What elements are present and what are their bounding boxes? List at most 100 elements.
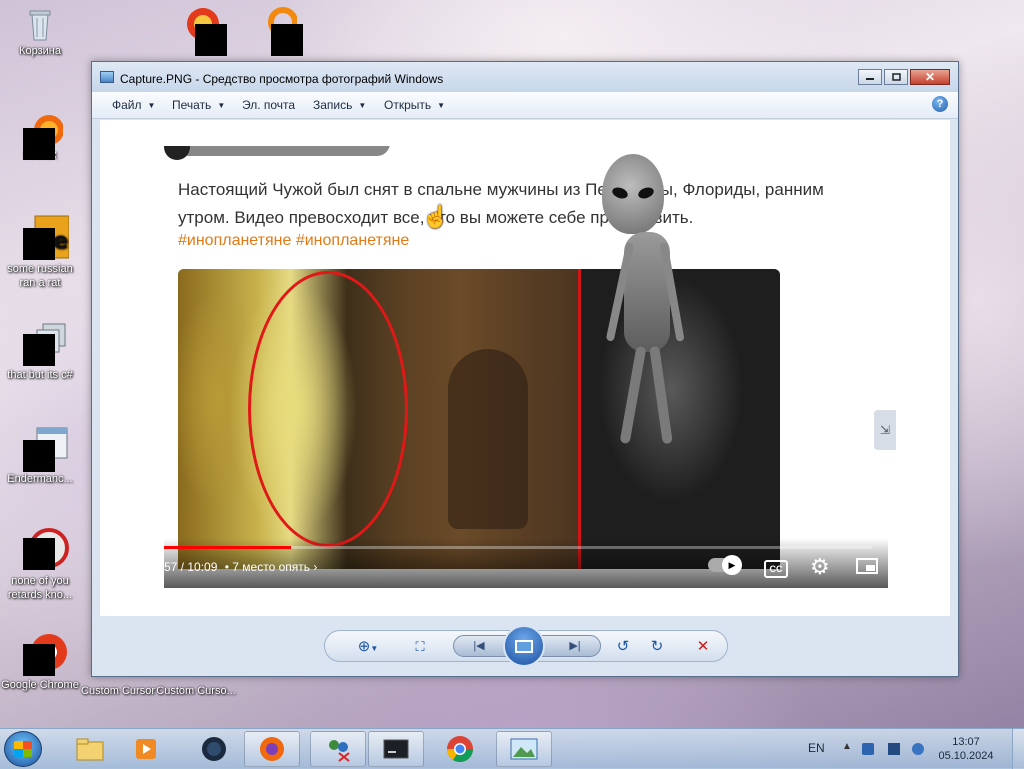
desktop-icon-endermanch[interactable]: Endermanc... [0,424,80,486]
desktop-icon-google-chrome[interactable]: Google Chrome [0,630,80,692]
orange-ring-icon [257,6,303,56]
menu-file[interactable]: Файл ▼ [112,98,155,112]
menu-open[interactable]: Открыть ▼ [384,98,445,112]
taskbar-photo-viewer[interactable] [496,731,552,767]
menu-print[interactable]: Печать ▼ [172,98,225,112]
folder-icon [76,738,104,761]
taskbar-media-player[interactable] [118,731,174,767]
desktop-icon-label: Корзина [19,45,61,57]
desktop-icon-label: Endermanc... [7,473,73,485]
channel-name-pill [164,146,390,156]
delete-icon: ✕ [696,638,710,655]
fit-to-window-icon: ⛶ [415,639,425,654]
menu-email[interactable]: Эл. почта [242,98,295,112]
settings-gear-icon[interactable]: ⚙ [810,554,830,580]
alien-eye [610,185,630,201]
taskbar-chrome[interactable] [432,731,488,767]
photo-viewer-app-icon [100,71,114,83]
menu-burn-label: Запись [313,98,353,112]
subtitles-button[interactable]: CC [764,560,788,578]
network-icon[interactable] [862,743,874,755]
chevron-down-icon: ▼ [358,101,367,110]
delete-button[interactable]: ✕ [693,637,713,657]
desktop-icon-none-of-you[interactable]: none of you retards kno... [0,526,80,602]
taskbar: EN ▲ 13:07 05.10.2024 [0,728,1024,769]
video-time: 57 / 10:09 [164,560,218,574]
maximize-button[interactable] [884,69,908,85]
stacked-windows-icon [23,320,66,366]
help-icon[interactable]: ? [932,96,948,112]
desktop-icon-custom-cursor[interactable]: Custom Cursor [78,684,158,698]
image-viewport: Настоящий Чужой был снят в спальне мужчи… [100,120,950,616]
video-progress-fill [164,546,292,549]
video-progress-bar[interactable] [164,546,872,549]
taskbar-users-app[interactable] [310,731,366,767]
clock-time: 13:07 [952,736,980,748]
show-hidden-icons-icon[interactable]: ▲ [842,741,854,753]
close-button[interactable]: ✕ [910,69,950,85]
taskbar-dark-app[interactable] [186,731,242,767]
window-app-icon [23,424,68,472]
miniplayer-icon[interactable] [856,558,878,574]
rotate-counterclockwise-icon: ↺ [616,638,630,655]
redacted-icon-block [23,538,55,570]
expand-icon: ⇲ [879,423,891,437]
play-icon: ▶ [722,555,742,575]
channel-avatar [164,146,190,160]
menu-burn[interactable]: Запись ▼ [313,98,366,112]
language-indicator[interactable]: EN [808,741,825,755]
photo-viewer-icon [510,738,538,760]
desktop-icon-custom-cursor-2[interactable]: Custom Curso... [156,684,236,698]
alien-head [602,154,664,234]
redacted-icon-block [23,440,55,472]
desktop-icon-orange-app[interactable] [234,6,314,56]
users-icon [329,740,350,762]
chrome-icon [23,630,67,676]
desktop-icon-that-but-csharp[interactable]: that but its c# [0,320,80,382]
taskbar-explorer[interactable] [62,731,118,767]
menu-open-label: Открыть [384,98,432,112]
red-circle-icon [23,526,69,572]
zoom-button[interactable]: ⊕▼ [351,637,385,657]
zoom-icon: ⊕ [357,638,371,655]
video-controls: 57 / 10:09 • 7 место опять › ▶ CC ⚙ [164,538,888,588]
window-title: Capture.PNG - Средство просмотра фотогра… [120,72,444,86]
chevron-down-icon: ▼ [147,101,156,110]
rotate-right-button[interactable]: ↻ [647,637,667,657]
taskbar-firefox[interactable] [244,731,300,767]
minimize-button[interactable] [858,69,882,85]
desktop-icon-firefox[interactable]: Firefox [0,112,80,162]
red-app-icon [179,6,227,56]
actual-size-button[interactable]: ⛶ [409,637,431,657]
volume-icon[interactable] [912,743,924,755]
video-time-and-chapter: 57 / 10:09 • 7 место опять › [164,560,317,574]
side-expand-tab[interactable]: ⇲ [874,410,896,450]
restore-icon [892,73,901,81]
action-center-icon[interactable] [888,743,900,755]
system-clock[interactable]: 13:07 05.10.2024 [938,735,994,763]
desktop-icon-pinball[interactable] [156,6,236,56]
show-desktop-button[interactable] [1012,729,1024,769]
slideshow-icon [515,639,533,653]
menu-file-label: Файл [112,98,142,112]
hand-cursor-icon: ☝ [422,204,450,229]
redacted-icon-block [23,644,55,676]
firefox-icon [260,737,284,761]
slideshow-button[interactable] [503,625,545,667]
displayed-image: Настоящий Чужой был снят в спальне мужчи… [164,146,888,588]
media-player-icon [136,739,156,759]
close-icon: ✕ [924,70,936,84]
svg-text:e: e [53,229,68,254]
desktop-icon-label: Custom Curso... [156,685,236,697]
previous-button[interactable]: |◀ [464,636,494,656]
title-bar[interactable]: Capture.PNG - Средство просмотра фотогра… [92,62,958,92]
redacted-icon-block [23,228,55,260]
next-button[interactable]: ▶| [560,636,590,656]
video-chapter[interactable]: • 7 место опять › [225,560,318,574]
rotate-left-button[interactable]: ↺ [613,637,633,657]
start-button[interactable] [4,731,42,767]
desktop-icon-some-russian[interactable]: e some russian ran a rat [0,214,80,290]
taskbar-console[interactable] [368,731,424,767]
desktop-icon-recycle-bin[interactable]: Корзина [0,8,80,58]
autoplay-toggle[interactable]: ▶ [708,555,742,575]
